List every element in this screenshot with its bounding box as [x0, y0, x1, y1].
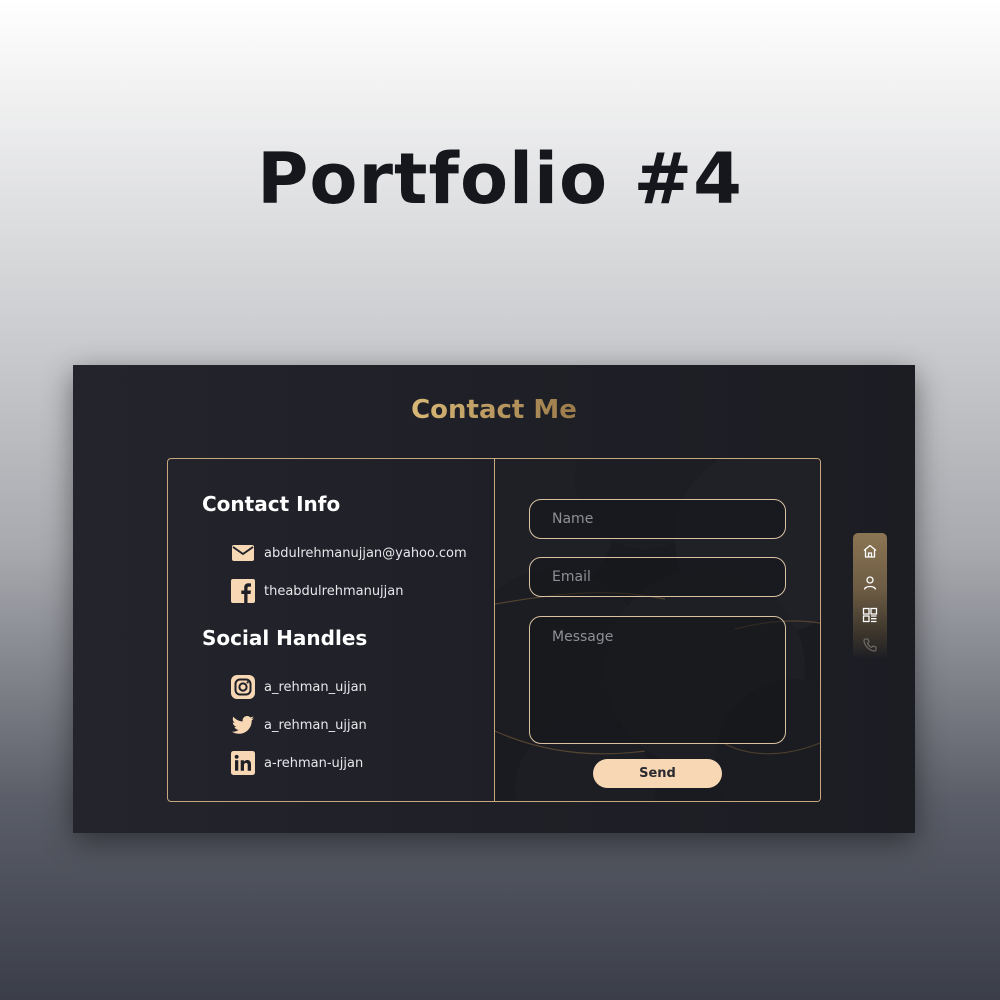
twitter-row[interactable]: a_rehman_ujjan [231, 713, 367, 737]
portfolio-frame: Contact Me Contact Info abdulrehmanujjan… [73, 365, 915, 833]
facebook-text: theabdulrehmanujjan [264, 583, 404, 599]
mail-icon [232, 545, 254, 561]
side-nav [853, 533, 887, 659]
phone-icon[interactable] [862, 637, 878, 653]
email-text: abdulrehmanujjan@yahoo.com [264, 545, 467, 561]
contact-info-panel: Contact Info abdulrehmanujjan@yahoo.com … [168, 459, 495, 801]
contact-heading: Contact Me [73, 395, 915, 425]
linkedin-text: a-rehman-ujjan [264, 755, 364, 771]
user-icon[interactable] [862, 575, 878, 591]
contact-form-panel: Send [495, 459, 820, 801]
contact-heading-text: Contact Me [411, 395, 577, 425]
facebook-icon [231, 579, 255, 603]
linkedin-icon [231, 751, 255, 775]
contact-card: Contact Info abdulrehmanujjan@yahoo.com … [167, 458, 821, 802]
send-button[interactable]: Send [593, 759, 722, 788]
grid-icon[interactable] [862, 607, 878, 623]
instagram-icon [231, 675, 255, 699]
instagram-text: a_rehman_ujjan [264, 679, 367, 695]
name-input[interactable] [529, 499, 786, 539]
contact-info-title: Contact Info [202, 492, 341, 516]
twitter-text: a_rehman_ujjan [264, 717, 367, 733]
facebook-row[interactable]: theabdulrehmanujjan [231, 579, 404, 603]
page-title: Portfolio #4 [257, 138, 743, 220]
email-input[interactable] [529, 557, 786, 597]
home-icon[interactable] [862, 543, 878, 559]
instagram-row[interactable]: a_rehman_ujjan [231, 675, 367, 699]
social-handles-title: Social Handles [202, 626, 368, 650]
message-textarea[interactable] [529, 616, 786, 744]
email-row[interactable]: abdulrehmanujjan@yahoo.com [231, 541, 467, 565]
linkedin-row[interactable]: a-rehman-ujjan [231, 751, 363, 775]
twitter-icon [232, 716, 254, 734]
